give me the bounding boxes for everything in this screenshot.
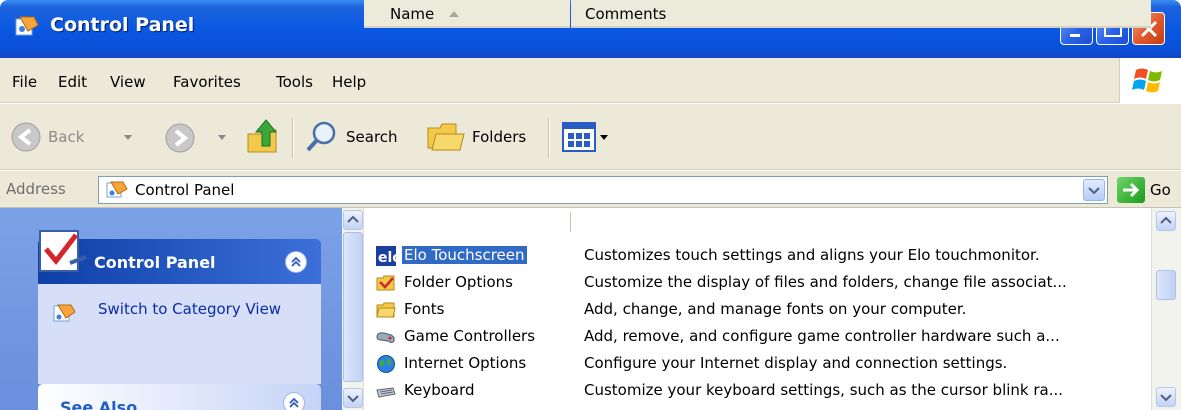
search-label: Search [346, 128, 398, 146]
back-arrow-icon [11, 122, 41, 152]
chevron-down-icon [1088, 187, 1100, 195]
column-separator[interactable] [570, 212, 571, 232]
toolbar-separator [548, 118, 550, 158]
item-comment: Configure your Internet display and conn… [584, 354, 1008, 372]
search-button[interactable]: Search [302, 116, 414, 158]
gamepad-icon [376, 332, 395, 343]
see-also-collapse-button[interactable] [283, 392, 305, 410]
control-panel-section-body: Switch to Category View [38, 284, 321, 384]
back-button[interactable]: Back [6, 116, 118, 158]
see-also-title: See Also [60, 398, 138, 410]
fonts-folder-icon [376, 302, 396, 318]
back-label: Back [48, 128, 85, 146]
up-folder-icon[interactable] [244, 116, 282, 156]
task-pane: Control Panel Switch to Category View Se… [0, 208, 342, 410]
item-name: Internet Options [404, 354, 527, 372]
item-comment: Customize the display of files and folde… [584, 273, 1067, 291]
right-vertical-scrollbar[interactable] [1151, 208, 1181, 410]
forward-arrow-icon[interactable] [164, 122, 196, 154]
windows-flag-icon [1132, 68, 1162, 93]
menu-file[interactable]: File [12, 73, 37, 91]
menu-view[interactable]: View [110, 73, 146, 91]
address-input[interactable]: Control Panel [98, 176, 1108, 204]
item-name: Game Controllers [404, 327, 536, 345]
address-bar: Address Control Panel Go [0, 171, 1181, 208]
left-vertical-scrollbar[interactable] [342, 208, 364, 410]
item-name: Folder Options [404, 273, 513, 291]
list-item[interactable]: elo Elo Touchscreen Customizes touch set… [374, 243, 1151, 269]
chevron-down-icon [1160, 394, 1172, 402]
item-comment: Customizes touch settings and aligns you… [584, 246, 1040, 264]
scroll-down-button[interactable] [1156, 387, 1176, 407]
control-panel-icon [15, 16, 39, 36]
go-label[interactable]: Go [1150, 181, 1171, 199]
folders-button[interactable]: Folders [424, 116, 544, 158]
back-dropdown-icon[interactable] [122, 132, 134, 142]
see-also-section-header[interactable]: See Also [38, 384, 321, 410]
sort-ascending-icon [449, 11, 459, 17]
menu-help[interactable]: Help [332, 73, 366, 91]
collapse-button[interactable] [285, 251, 307, 273]
globe-icon [377, 355, 395, 373]
list-item[interactable]: Internet Options Configure your Internet… [374, 351, 1151, 377]
column-comments-label: Comments [585, 5, 667, 23]
column-header-comments[interactable]: Comments [571, 0, 1151, 28]
control-panel-section-header[interactable]: Control Panel [38, 230, 321, 284]
chevron-up-icon [347, 215, 359, 223]
column-header-name[interactable]: Name [364, 0, 570, 28]
views-dropdown-icon [600, 135, 608, 140]
scroll-thumb[interactable] [1156, 270, 1176, 300]
list-item[interactable]: Keyboard Customize your keyboard setting… [374, 378, 1151, 404]
menu-favorites[interactable]: Favorites [173, 73, 241, 91]
switch-view-icon [53, 304, 76, 322]
scroll-up-button[interactable] [1156, 211, 1176, 231]
list-item[interactable]: Game Controllers Add, remove, and config… [374, 324, 1151, 350]
list-item[interactable]: Folder Options Customize the display of … [374, 270, 1151, 296]
section-title: Control Panel [94, 253, 216, 272]
control-panel-large-icon [39, 230, 87, 272]
windows-logo-area [1119, 58, 1181, 103]
go-button[interactable] [1117, 177, 1145, 203]
keyboard-icon [376, 387, 396, 398]
toolbar-separator [292, 118, 294, 158]
item-name: Fonts [404, 300, 445, 318]
chevron-down-icon [347, 395, 359, 403]
item-comment: Add, remove, and configure game controll… [584, 327, 1060, 345]
go-arrow-icon [1123, 182, 1140, 198]
item-name: Elo Touchscreen [402, 246, 527, 264]
address-dropdown-button[interactable] [1083, 179, 1105, 201]
menu-tools[interactable]: Tools [276, 73, 313, 91]
scroll-down-button[interactable] [343, 388, 363, 408]
column-name-label: Name [390, 5, 435, 23]
window-title: Control Panel [50, 14, 195, 36]
switch-to-category-view-link[interactable]: Switch to Category View [98, 300, 298, 319]
menu-edit[interactable]: Edit [58, 73, 87, 91]
menu-bar: File Edit View Favorites Tools Help [0, 58, 1181, 103]
folders-icon [427, 123, 465, 151]
forward-dropdown-icon[interactable] [216, 132, 228, 142]
elo-icon: elo [376, 246, 396, 266]
control-panel-small-icon [106, 181, 128, 198]
views-button[interactable] [560, 120, 620, 156]
views-grid-icon [562, 122, 596, 152]
double-chevron-up-icon [291, 256, 301, 267]
double-chevron-up-icon [289, 397, 299, 408]
address-label: Address [6, 180, 66, 198]
scroll-thumb[interactable] [343, 232, 363, 382]
folder-options-icon [376, 275, 395, 291]
chevron-up-icon [1160, 216, 1172, 224]
scroll-up-button[interactable] [343, 210, 363, 230]
item-name: Keyboard [404, 381, 475, 399]
address-value: Control Panel [135, 181, 235, 199]
item-comment: Customize your keyboard settings, such a… [584, 381, 1064, 399]
toolbar: Back Search Folders [0, 104, 1181, 170]
svg-text:elo: elo [378, 250, 396, 266]
folders-label: Folders [472, 128, 527, 146]
search-magnifier-icon [306, 121, 336, 152]
item-comment: Add, change, and manage fonts on your co… [584, 300, 967, 318]
list-item[interactable]: Fonts Add, change, and manage fonts on y… [374, 297, 1151, 323]
